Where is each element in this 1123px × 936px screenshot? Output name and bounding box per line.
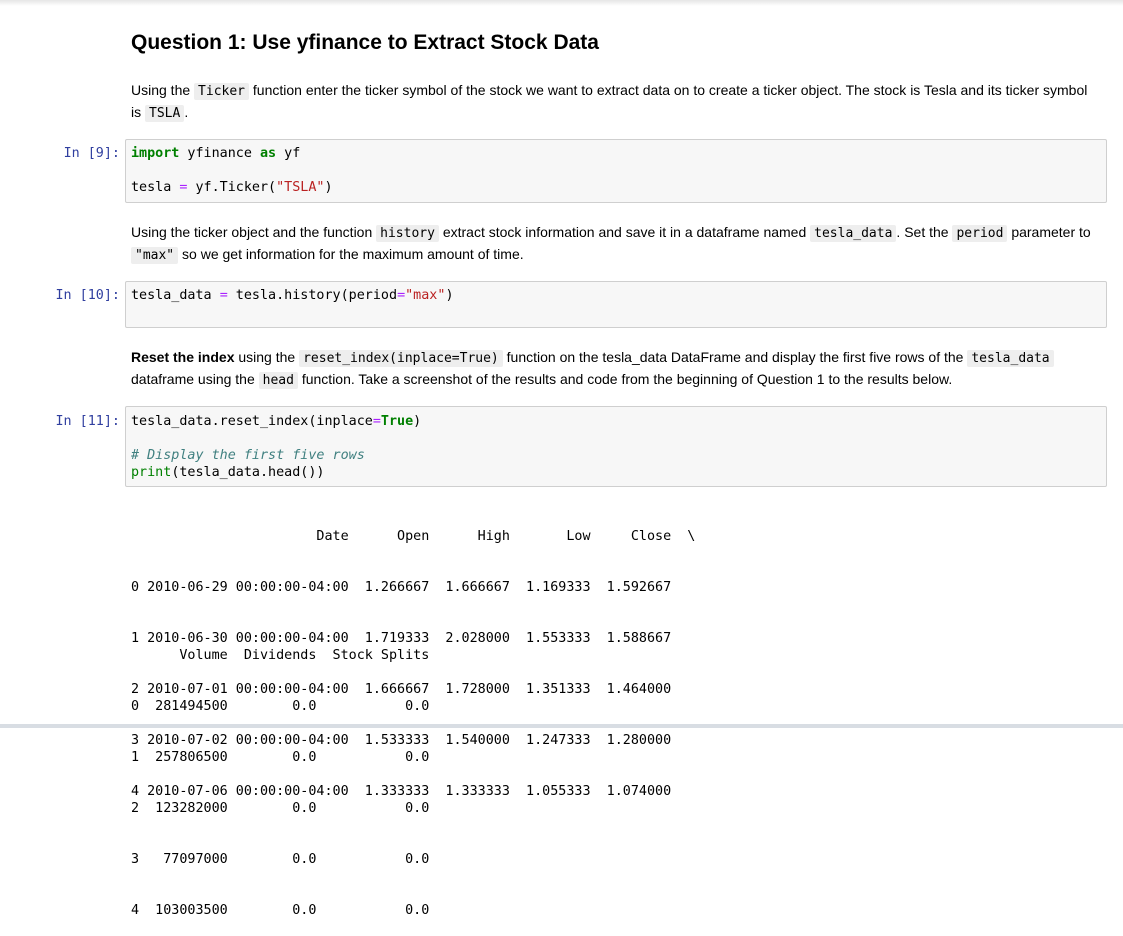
markdown-cell-intro: Using the Ticker function enter the tick…: [131, 80, 1091, 124]
inline-code-ticker: Ticker: [194, 83, 250, 100]
op-kwarg: =: [372, 414, 381, 429]
md3-text-3: dataframe using the: [131, 371, 259, 387]
md3-text-4: function. Take a screenshot of the resul…: [297, 371, 953, 387]
output-line: 4 103003500 0.0 0.0: [131, 903, 430, 918]
kw-import: import: [131, 146, 180, 161]
op-assign: =: [219, 288, 228, 303]
reset-call: tesla_data.reset_index(inplace: [131, 414, 373, 429]
code-line-reset: tesla_data.reset_index(inplace=True): [131, 413, 421, 430]
inline-code-tsla: TSLA: [145, 105, 185, 122]
output-table-2: Volume Dividends Stock Splits 0 28149450…: [131, 613, 429, 936]
kw-as: as: [260, 146, 277, 161]
output-line: 2 123282000 0.0 0.0: [131, 801, 430, 816]
cell-9-prompt: In [9]:: [63, 146, 120, 161]
string-tsla: "TSLA": [276, 180, 325, 195]
question-heading: Question 1: Use yfinance to Extract Stoc…: [131, 31, 599, 54]
module-name: yfinance: [179, 146, 260, 161]
code-cell-11[interactable]: tesla_data.reset_index(inplace=True) # D…: [125, 406, 1107, 487]
md2-text-2: extract stock information and save it in…: [438, 224, 811, 240]
output-line: 0 281494500 0.0 0.0: [131, 699, 430, 714]
var-tesla: tesla: [131, 180, 180, 195]
alias-name: yf: [276, 146, 301, 161]
cell-11-prompt: In [11]:: [55, 414, 121, 429]
code-line-import: import yfinance as yf: [131, 145, 300, 162]
close-paren: ): [413, 414, 422, 429]
md2-text-4: parameter to: [1007, 224, 1091, 240]
builtin-print: print: [131, 465, 172, 480]
output-line: 1 257806500 0.0 0.0: [131, 750, 430, 765]
output-line: 3 77097000 0.0 0.0: [131, 852, 430, 867]
code-line-history: tesla_data = tesla.history(period="max"): [131, 287, 454, 304]
code-cell-10[interactable]: tesla_data = tesla.history(period="max"): [125, 281, 1107, 328]
md2-text-3: . Set the: [896, 224, 953, 240]
var-tesla-data: tesla_data: [131, 288, 220, 303]
bottom-scrollbar[interactable]: [0, 724, 1123, 728]
code-comment: # Display the first five rows: [131, 448, 365, 463]
md1-text-3: .: [184, 104, 189, 120]
head-call: (tesla_data.head()): [171, 465, 325, 480]
md1-text-2: function enter the ticker symbol of the …: [131, 82, 1088, 120]
markdown-cell-reset-index: Reset the index using the reset_index(in…: [131, 347, 1091, 391]
md1-text-1: Using the: [131, 82, 195, 98]
string-max: "max": [405, 288, 446, 303]
md3-bold: Reset the index: [131, 349, 235, 365]
code-line-ticker: tesla = yf.Ticker("TSLA"): [131, 179, 333, 196]
kw-true: True: [380, 414, 414, 429]
top-shadow: [0, 0, 1123, 6]
output-line: 0 2010-06-29 00:00:00-04:00 1.266667 1.6…: [131, 580, 672, 595]
close-paren: ): [445, 288, 454, 303]
output-line: Date Open High Low Close \: [131, 529, 696, 544]
cell-10-prompt: In [10]:: [55, 288, 121, 303]
md3-text-2: function on the tesla_data DataFrame and…: [502, 349, 968, 365]
history-call: tesla.history(period: [227, 288, 398, 303]
op-kwarg: =: [397, 288, 406, 303]
inline-code-history: history: [376, 225, 439, 242]
md3-text-1: using the: [234, 349, 300, 365]
md2-text-5: so we get information for the maximum am…: [178, 246, 524, 262]
markdown-cell-history: Using the ticker object and the function…: [131, 222, 1091, 266]
inline-code-head: head: [258, 372, 298, 389]
markdown-cell-heading: Question 1: Use yfinance to Extract Stoc…: [131, 30, 1091, 56]
close-paren: ): [324, 180, 333, 195]
inline-code-reset-index: reset_index(inplace=True): [299, 350, 503, 367]
inline-code-tesla-data: tesla_data: [810, 225, 897, 242]
output-line: Volume Dividends Stock Splits: [131, 648, 430, 663]
ticker-call: yf.Ticker(: [187, 180, 277, 195]
inline-code-tesla-data: tesla_data: [967, 350, 1054, 367]
inline-code-period: period: [952, 225, 1008, 242]
code-line-print: print(tesla_data.head()): [131, 464, 325, 481]
inline-code-max: "max": [131, 247, 179, 264]
md2-text-1: Using the ticker object and the function: [131, 224, 377, 240]
code-cell-9[interactable]: import yfinance as yf tesla = yf.Ticker(…: [125, 139, 1107, 203]
